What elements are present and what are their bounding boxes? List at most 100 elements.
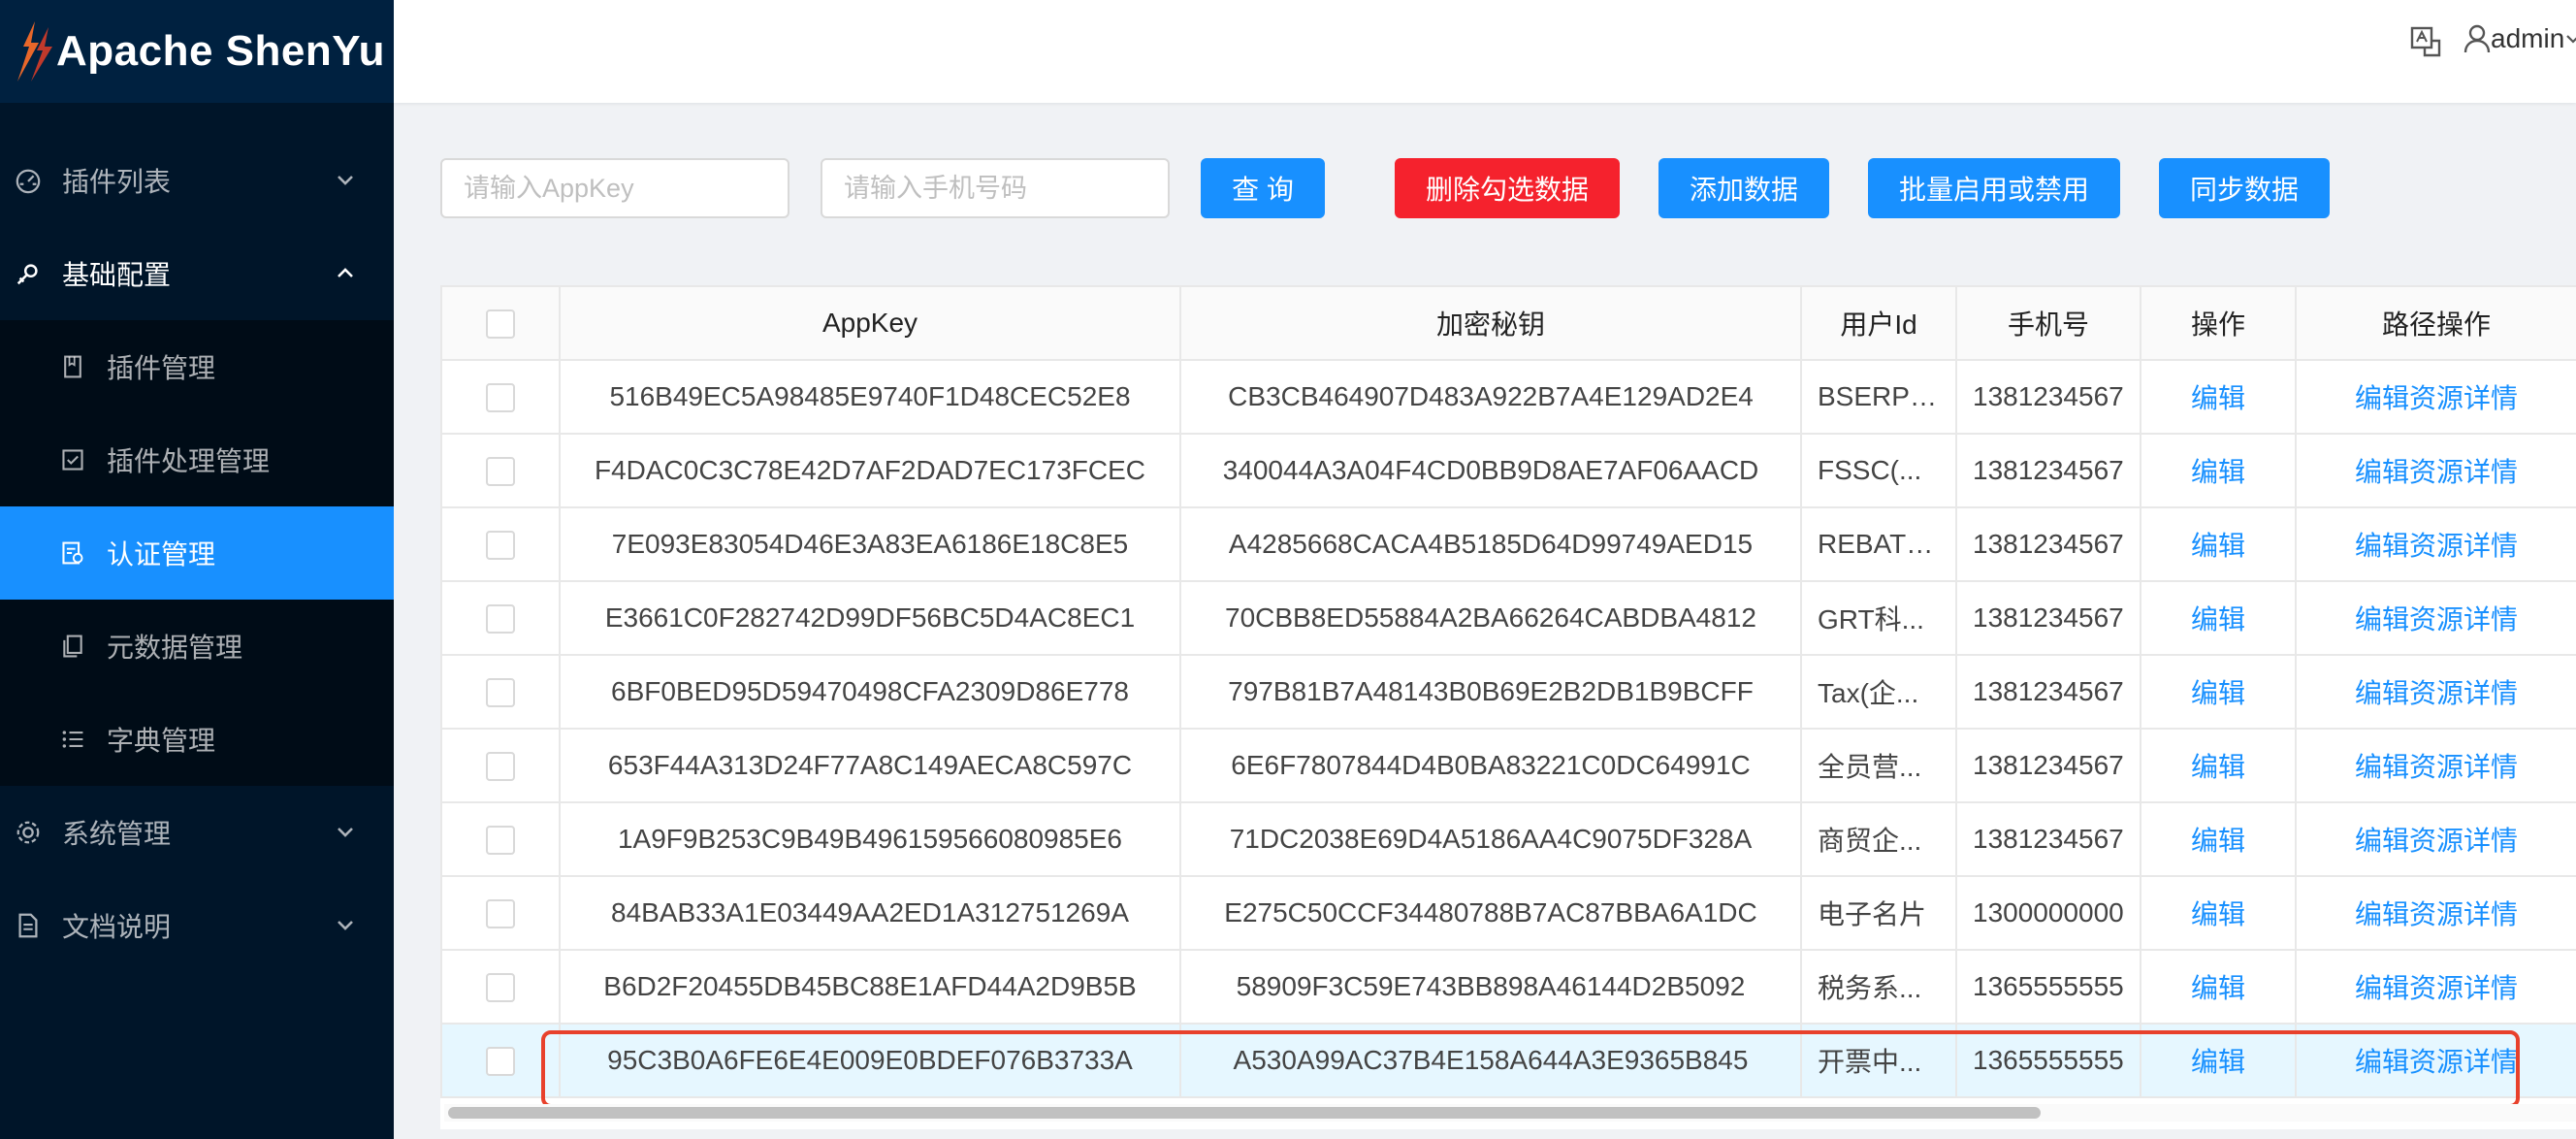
column-header-phone: 手机号 <box>1955 285 2141 361</box>
book-icon <box>58 352 87 381</box>
sidebar-item-system-management[interactable]: 系统管理 <box>0 786 394 879</box>
secret-cell: 70CBB8ED55884A2BA66264CABDBA4812 <box>1179 580 1802 656</box>
edit-link[interactable]: 编辑 <box>2191 678 2245 708</box>
edit-resource-detail-link[interactable]: 编辑资源详情 <box>2355 457 2518 487</box>
row-checkbox[interactable] <box>486 457 515 487</box>
sidebar-item-basic-config[interactable]: 基础配置 <box>0 227 394 320</box>
edit-link[interactable]: 编辑 <box>2191 1047 2245 1077</box>
app-title: Apache ShenYu <box>56 27 386 75</box>
secret-cell: A4285668CACA4B5185D64D99749AED15 <box>1179 506 1802 582</box>
phone-cell: 1381234567 <box>1955 580 2141 656</box>
select-all-cell[interactable] <box>440 285 561 361</box>
logo[interactable]: Apache ShenYu <box>0 0 394 103</box>
row-select-cell[interactable] <box>440 580 561 656</box>
sidebar-item-dictionary-management[interactable]: 字典管理 <box>0 693 394 786</box>
phone-cell: 1381234567 <box>1955 728 2141 803</box>
row-checkbox[interactable] <box>486 531 515 561</box>
sidebar-item-auth-management[interactable]: 认证管理 <box>0 506 394 600</box>
appkey-cell: 84BAB33A1E03449AA2ED1A312751269A <box>559 875 1181 951</box>
chevron-down-icon <box>2566 35 2576 44</box>
table-row[interactable]: E3661C0F282742D99DF56BC5D4AC8EC1 70CBB8ED… <box>440 580 2576 656</box>
query-button[interactable]: 查 询 <box>1201 158 1325 218</box>
sync-data-button[interactable]: 同步数据 <box>2159 158 2330 218</box>
edit-resource-detail-link[interactable]: 编辑资源详情 <box>2355 826 2518 856</box>
row-checkbox[interactable] <box>486 973 515 1003</box>
userid-cell: 税务系... <box>1800 949 1957 1025</box>
row-checkbox[interactable] <box>486 899 515 929</box>
edit-resource-detail-link[interactable]: 编辑资源详情 <box>2355 678 2518 708</box>
edit-resource-detail-link[interactable]: 编辑资源详情 <box>2355 899 2518 929</box>
secret-cell: 340044A3A04F4CD0BB9D8AE7AF06AACD <box>1179 433 1802 508</box>
edit-cell: 编辑 <box>2140 1023 2297 1098</box>
row-select-cell[interactable] <box>440 728 561 803</box>
phone-cell: 1381234567 <box>1955 433 2141 508</box>
row-select-cell[interactable] <box>440 359 561 435</box>
file-text-icon <box>14 911 43 940</box>
sidebar-item-plugin-list[interactable]: 插件列表 <box>0 134 394 227</box>
userid-cell: BSERP(... <box>1800 359 1957 435</box>
sidebar-item-documentation[interactable]: 文档说明 <box>0 879 394 972</box>
row-select-cell[interactable] <box>440 506 561 582</box>
edit-cell: 编辑 <box>2140 801 2297 877</box>
edit-resource-detail-link[interactable]: 编辑资源详情 <box>2355 383 2518 413</box>
table-row[interactable]: 7E093E83054D46E3A83EA6186E18C8E5 A4285668… <box>440 506 2576 582</box>
edit-cell: 编辑 <box>2140 728 2297 803</box>
sidebar-item-label: 字典管理 <box>107 726 216 756</box>
row-select-cell[interactable] <box>440 654 561 730</box>
table-row[interactable]: B6D2F20455DB45BC88E1AFD44A2D9B5B 58909F3C… <box>440 949 2576 1025</box>
row-checkbox[interactable] <box>486 678 515 708</box>
appkey-search-input[interactable] <box>440 158 789 218</box>
edit-link[interactable]: 编辑 <box>2191 973 2245 1003</box>
edit-resource-detail-link[interactable]: 编辑资源详情 <box>2355 604 2518 635</box>
table-row[interactable]: 1A9F9B253C9B49B496159566080985E6 71DC2038… <box>440 801 2576 877</box>
row-checkbox[interactable] <box>486 383 515 413</box>
sidebar-item-label: 插件管理 <box>107 353 216 383</box>
audit-icon <box>58 538 87 568</box>
appkey-cell: 1A9F9B253C9B49B496159566080985E6 <box>559 801 1181 877</box>
edit-resource-detail-link[interactable]: 编辑资源详情 <box>2355 531 2518 561</box>
check-square-icon <box>58 445 87 474</box>
table-row[interactable]: 95C3B0A6FE6E4E009E0BDEF076B3733A A530A99A… <box>440 1023 2576 1098</box>
row-checkbox[interactable] <box>486 752 515 782</box>
table-row[interactable]: F4DAC0C3C78E42D7AF2DAD7EC173FCEC 340044A3… <box>440 433 2576 508</box>
sidebar-item-plugin-handle[interactable]: 插件处理管理 <box>0 413 394 506</box>
user-menu[interactable]: admin <box>2463 23 2576 54</box>
batch-enable-button[interactable]: 批量启用或禁用 <box>1868 158 2120 218</box>
row-checkbox[interactable] <box>486 826 515 856</box>
edit-link[interactable]: 编辑 <box>2191 457 2245 487</box>
delete-selected-button[interactable]: 删除勾选数据 <box>1395 158 1620 218</box>
table-row[interactable]: 516B49EC5A98485E9740F1D48CEC52E8 CB3CB464… <box>440 359 2576 435</box>
table-row[interactable]: 6BF0BED95D59470498CFA2309D86E778 797B81B7… <box>440 654 2576 730</box>
edit-link[interactable]: 编辑 <box>2191 383 2245 413</box>
row-select-cell[interactable] <box>440 433 561 508</box>
path-edit-cell: 编辑资源详情 <box>2295 949 2576 1025</box>
edit-cell: 编辑 <box>2140 875 2297 951</box>
edit-link[interactable]: 编辑 <box>2191 604 2245 635</box>
edit-resource-detail-link[interactable]: 编辑资源详情 <box>2355 973 2518 1003</box>
edit-resource-detail-link[interactable]: 编辑资源详情 <box>2355 752 2518 782</box>
table-row[interactable]: 84BAB33A1E03449AA2ED1A312751269A E275C50C… <box>440 875 2576 951</box>
row-select-cell[interactable] <box>440 875 561 951</box>
path-edit-cell: 编辑资源详情 <box>2295 506 2576 582</box>
edit-link[interactable]: 编辑 <box>2191 531 2245 561</box>
secret-cell: 797B81B7A48143B0B69E2B2DB1B9BCFF <box>1179 654 1802 730</box>
edit-resource-detail-link[interactable]: 编辑资源详情 <box>2355 1047 2518 1077</box>
row-select-cell[interactable] <box>440 949 561 1025</box>
sidebar-item-plugin-management[interactable]: 插件管理 <box>0 320 394 413</box>
table-row[interactable]: 653F44A313D24F77A8C149AECA8C597C 6E6F7807… <box>440 728 2576 803</box>
row-select-cell[interactable] <box>440 1023 561 1098</box>
edit-link[interactable]: 编辑 <box>2191 826 2245 856</box>
edit-link[interactable]: 编辑 <box>2191 752 2245 782</box>
gear-icon <box>14 818 43 847</box>
row-checkbox[interactable] <box>486 1047 515 1077</box>
translate-icon[interactable] <box>2409 25 2442 58</box>
edit-link[interactable]: 编辑 <box>2191 899 2245 929</box>
phone-search-input[interactable] <box>821 158 1170 218</box>
horizontal-scrollbar-thumb[interactable] <box>448 1107 2041 1119</box>
row-checkbox[interactable] <box>486 604 515 635</box>
row-select-cell[interactable] <box>440 801 561 877</box>
appkey-cell: F4DAC0C3C78E42D7AF2DAD7EC173FCEC <box>559 433 1181 508</box>
add-data-button[interactable]: 添加数据 <box>1658 158 1829 218</box>
select-all-checkbox[interactable] <box>486 309 515 340</box>
sidebar-item-metadata-management[interactable]: 元数据管理 <box>0 600 394 693</box>
